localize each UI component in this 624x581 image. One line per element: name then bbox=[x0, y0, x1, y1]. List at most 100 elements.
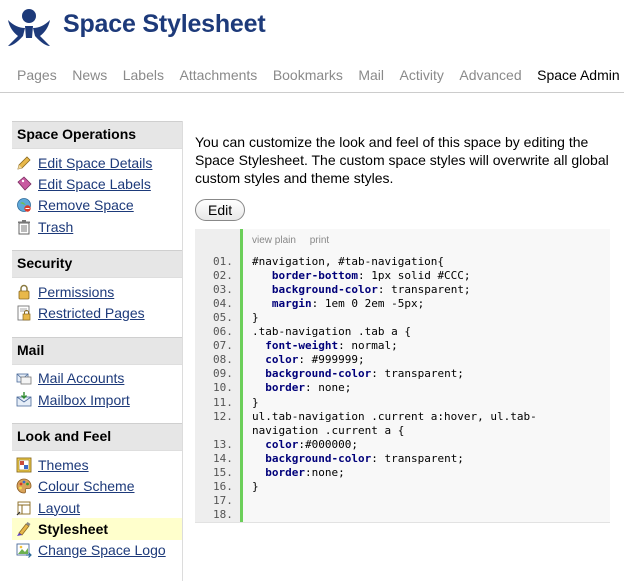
code-text: font-weight: normal; bbox=[265, 339, 398, 353]
line-number: 14. bbox=[213, 451, 233, 465]
themes-icon bbox=[15, 457, 33, 473]
line-number: 01. bbox=[213, 255, 233, 268]
page-title: Space Stylesheet bbox=[63, 10, 266, 38]
sidebar-section-title-security: Security bbox=[12, 250, 183, 279]
sidebar-section-title-mail: Mail bbox=[12, 336, 183, 365]
tab-space-admin[interactable]: Space Admin bbox=[537, 67, 620, 89]
code-text: } bbox=[252, 479, 259, 493]
sidebar-item-edit-space-details[interactable]: Edit Space Details bbox=[12, 152, 183, 173]
sidebar-item-label[interactable]: Edit Space Details bbox=[38, 155, 152, 171]
sidebar-item-label[interactable]: Change Space Logo bbox=[38, 542, 166, 558]
code-text: .tab-navigation .tab a { bbox=[252, 325, 411, 339]
line-number: 02. bbox=[213, 269, 233, 283]
sidebar-item-edit-space-labels[interactable]: Edit Space Labels bbox=[12, 173, 183, 194]
tab-news[interactable]: News bbox=[72, 67, 107, 89]
view-plain-link[interactable]: view plain bbox=[252, 235, 296, 246]
sidebar-item-label[interactable]: Mailbox Import bbox=[38, 392, 130, 408]
sidebar-item-label[interactable]: Permissions bbox=[38, 284, 114, 300]
sidebar-section-list: Permissions Restricted Pages bbox=[12, 278, 183, 328]
sidebar-item-mail-accounts[interactable]: Mail Accounts bbox=[12, 368, 183, 389]
code-bottom-border bbox=[195, 522, 610, 523]
stylesheet-brush-icon bbox=[15, 521, 33, 537]
sidebar-item-restricted-pages[interactable]: Restricted Pages bbox=[12, 302, 183, 323]
code-text: color: #999999; bbox=[265, 353, 365, 367]
sidebar-section-title-look-and-feel: Look and Feel bbox=[12, 423, 183, 452]
code-text: border: none; bbox=[265, 381, 352, 395]
trash-icon bbox=[15, 219, 33, 235]
line-number: 17. bbox=[213, 493, 233, 507]
code-text: navigation .current a { bbox=[252, 423, 405, 437]
confluence-logo-icon[interactable] bbox=[6, 6, 52, 48]
line-number: 16. bbox=[213, 479, 233, 493]
sidebar-item-colour-scheme[interactable]: Colour Scheme bbox=[12, 476, 183, 497]
line-number: 12. bbox=[213, 409, 233, 423]
code-text: } bbox=[252, 395, 259, 409]
line-number: 08. bbox=[213, 353, 233, 367]
tab-labels[interactable]: Labels bbox=[123, 67, 164, 89]
tab-bookmarks[interactable]: Bookmarks bbox=[273, 67, 343, 89]
code-text: } bbox=[252, 311, 259, 325]
sidebar: Space Operations Edit Space Details Edit S… bbox=[12, 121, 183, 565]
edit-button[interactable]: Edit bbox=[195, 199, 246, 221]
sidebar-item-stylesheet[interactable]: Stylesheet bbox=[12, 518, 183, 540]
line-number: 09. bbox=[213, 367, 233, 381]
sidebar-item-label[interactable]: Colour Scheme bbox=[38, 478, 135, 494]
sidebar-item-label[interactable]: Edit Space Labels bbox=[38, 176, 151, 192]
sidebar-section-title-space-operations: Space Operations bbox=[12, 121, 183, 149]
line-number: 10. bbox=[213, 381, 233, 395]
code-text: border:none; bbox=[265, 465, 345, 479]
sidebar-item-label[interactable]: Mail Accounts bbox=[38, 370, 124, 386]
code-text: border-bottom: 1px solid #CCC; bbox=[271, 269, 471, 283]
pencil-icon bbox=[15, 155, 33, 171]
code-text: ul.tab-navigation .current a:hover, ul.t… bbox=[252, 409, 537, 423]
sidebar-item-label[interactable]: Themes bbox=[38, 457, 89, 473]
line-number: 11. bbox=[213, 395, 233, 409]
line-number: 07. bbox=[213, 339, 233, 353]
code-text: color:#000000; bbox=[265, 437, 358, 451]
tab-mail[interactable]: Mail bbox=[358, 67, 384, 89]
code-text: margin: 1em 0 2em -5px; bbox=[271, 297, 425, 311]
mail-accounts-icon bbox=[15, 370, 33, 386]
code-text: background-color: transparent; bbox=[265, 367, 464, 381]
main-content: You can customize the look and feel of t… bbox=[195, 133, 615, 221]
stylesheet-code-block: view plain print 01. #navigation, #tab-na… bbox=[195, 229, 610, 523]
print-link[interactable]: print bbox=[310, 235, 329, 246]
line-number: 18. bbox=[213, 507, 233, 521]
sidebar-item-label[interactable]: Trash bbox=[38, 219, 73, 235]
sidebar-item-change-space-logo[interactable]: Change Space Logo bbox=[12, 540, 183, 561]
sidebar-item-label[interactable]: Restricted Pages bbox=[38, 305, 145, 321]
tab-pages[interactable]: Pages bbox=[17, 67, 57, 89]
line-number: 15. bbox=[213, 465, 233, 479]
sidebar-item-layout[interactable]: Layout bbox=[12, 497, 183, 518]
tab-advanced[interactable]: Advanced bbox=[459, 67, 521, 89]
palette-icon bbox=[15, 478, 33, 494]
sidebar-item-label[interactable]: Layout bbox=[38, 500, 80, 516]
sidebar-section-list: Themes Colour Scheme Layout Stylesheet Chang… bbox=[12, 451, 183, 564]
sidebar-item-permissions[interactable]: Permissions bbox=[12, 281, 183, 302]
remove-globe-icon bbox=[15, 197, 33, 213]
label-icon bbox=[15, 176, 33, 192]
sidebar-item-mailbox-import[interactable]: Mailbox Import bbox=[12, 389, 183, 410]
sidebar-item-label[interactable]: Remove Space bbox=[38, 197, 134, 213]
sidebar-section-list: Mail Accounts Mailbox Import bbox=[12, 365, 183, 415]
line-number: 04. bbox=[213, 297, 233, 311]
sidebar-divider bbox=[182, 121, 183, 581]
tab-activity[interactable]: Activity bbox=[400, 67, 444, 89]
tab-divider bbox=[0, 92, 624, 93]
sidebar-section-list: Edit Space Details Edit Space Labels Remov… bbox=[12, 149, 183, 241]
locked-page-icon bbox=[15, 305, 33, 321]
line-number: 06. bbox=[213, 325, 233, 339]
code-text: background-color: transparent; bbox=[265, 451, 464, 465]
sidebar-item-trash[interactable]: Trash bbox=[12, 216, 183, 237]
code-toolbar: view plain print bbox=[252, 235, 340, 246]
sidebar-item-label[interactable]: Stylesheet bbox=[38, 521, 108, 537]
layout-icon bbox=[15, 500, 33, 516]
change-logo-icon bbox=[15, 542, 33, 559]
sidebar-item-themes[interactable]: Themes bbox=[12, 454, 183, 475]
tab-attachments[interactable]: Attachments bbox=[179, 67, 257, 89]
sidebar-item-remove-space[interactable]: Remove Space bbox=[12, 195, 183, 216]
header: Space Stylesheet bbox=[0, 0, 624, 55]
